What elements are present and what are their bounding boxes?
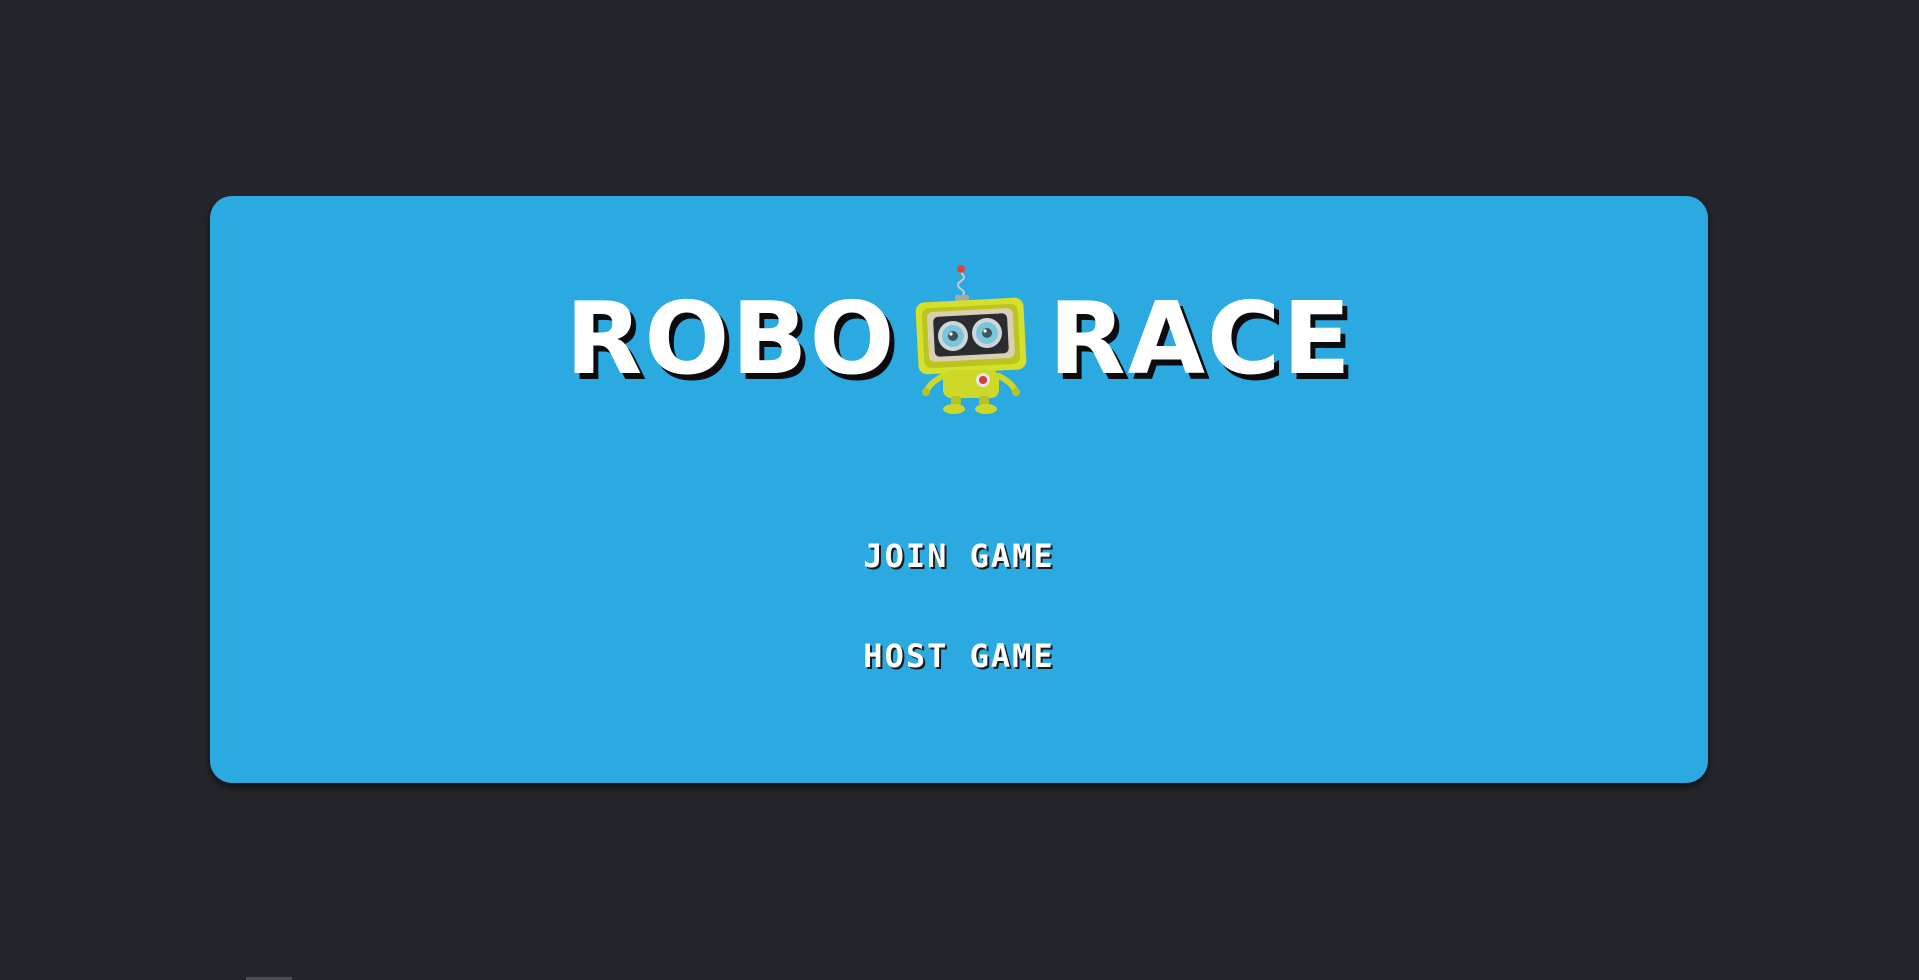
main-menu-panel: ROBO RACE JOIN GAME HOST GAME <box>210 196 1708 783</box>
logo-word-race: RACE <box>1048 280 1353 397</box>
main-menu: JOIN GAME HOST GAME <box>210 536 1708 676</box>
robot-mascot-icon <box>915 265 1026 414</box>
game-screen: ROBO RACE JOIN GAME HOST GAME <box>0 0 1919 980</box>
join-game-button[interactable]: JOIN GAME <box>863 536 1054 576</box>
host-game-button[interactable]: HOST GAME <box>863 636 1054 676</box>
logo-word-robo: ROBO <box>565 280 897 397</box>
game-logo: ROBO RACE <box>210 264 1708 414</box>
